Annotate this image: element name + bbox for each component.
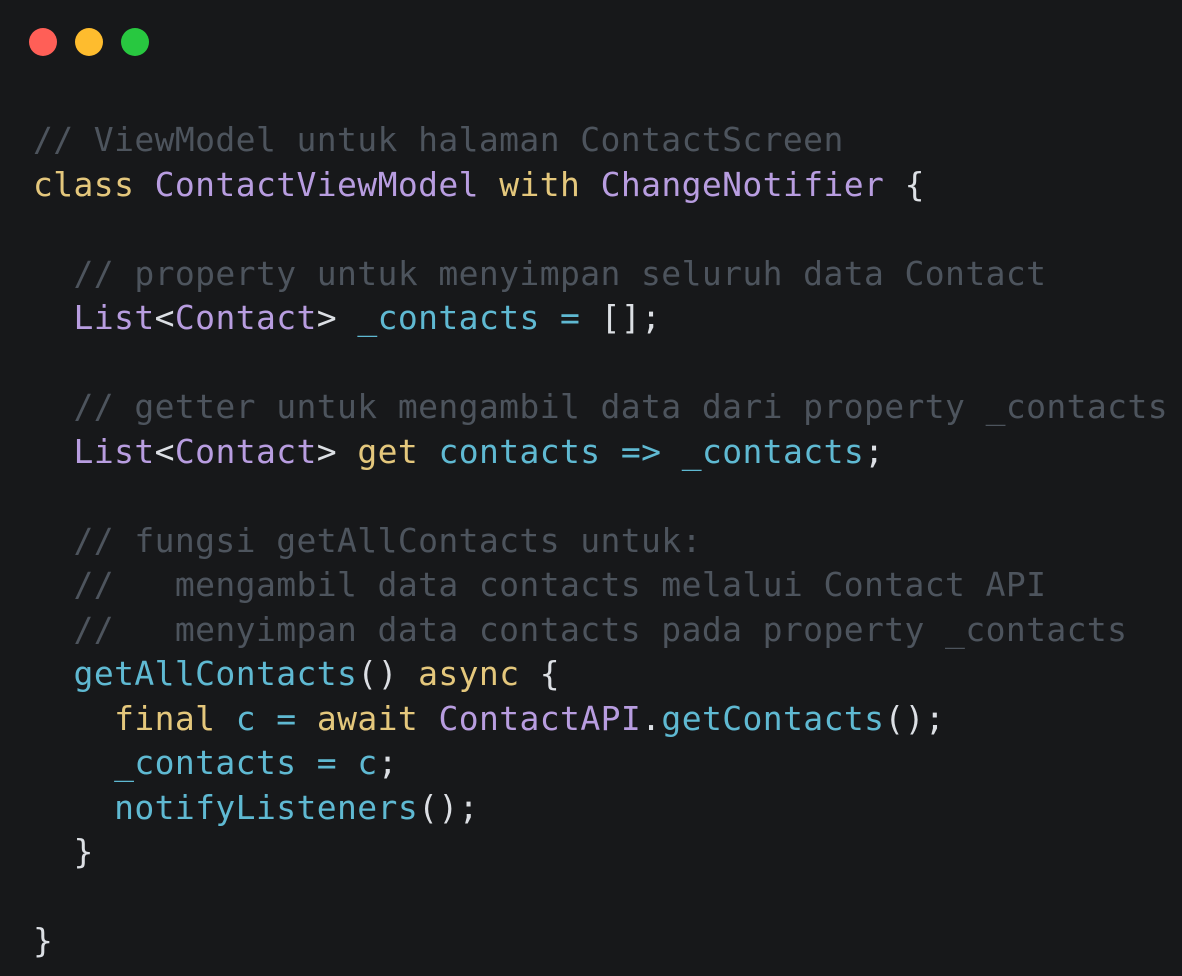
code-window: // ViewModel untuk halaman ContactScreen… <box>0 0 1182 976</box>
code-token-type: ChangeNotifier <box>600 164 885 204</box>
code-line: getAllContacts() async { <box>33 652 1168 697</box>
code-token-comment: // ViewModel untuk halaman ContactScreen <box>33 120 844 159</box>
code-line: List<Contact> _contacts = []; <box>33 296 1168 341</box>
code-block: // ViewModel untuk halaman ContactScreen… <box>33 118 1168 964</box>
code-line: } <box>33 830 1168 875</box>
code-token-type: List <box>73 431 155 471</box>
code-token-comment: // property untuk menyimpan seluruh data… <box>33 253 1047 293</box>
code-token-ident: _contacts <box>681 431 865 471</box>
code-line: // menyimpan data contacts pada property… <box>33 608 1168 653</box>
code-token-punct: > <box>316 431 338 471</box>
code-token-punct: { <box>539 654 561 693</box>
code-token-op: = <box>560 298 581 337</box>
code-token-keyword: await <box>316 698 419 738</box>
code-token-comment: // getter untuk mengambil data dari prop… <box>33 387 1168 426</box>
code-token-op: = <box>276 698 297 738</box>
code-token-type: Contact <box>174 298 317 337</box>
code-token-type: ContactAPI <box>438 698 642 738</box>
code-token-punct: () <box>357 654 398 693</box>
code-token-punct: ; <box>864 431 885 471</box>
code-token-type: List <box>73 298 155 337</box>
code-token-punct: > <box>316 298 338 337</box>
code-token-punct: { <box>904 164 925 204</box>
code-line: } <box>33 919 1168 964</box>
code-token-op: = <box>316 743 338 782</box>
code-token-comment: // mengambil data contacts melalui Conta… <box>33 565 1047 604</box>
code-token-ident: contacts <box>438 431 601 471</box>
code-token-punct: . <box>641 698 662 738</box>
code-token-punct: } <box>73 832 94 871</box>
code-token-keyword: async <box>418 654 520 693</box>
code-token-keyword: with <box>499 164 581 204</box>
minimize-icon[interactable] <box>75 28 103 56</box>
code-token-ident: _contacts <box>357 298 540 337</box>
code-token-keyword: final <box>114 698 216 738</box>
code-line: // ViewModel untuk halaman ContactScreen <box>33 118 1168 163</box>
zoom-icon[interactable] <box>121 28 149 56</box>
code-token-punct: } <box>33 921 54 960</box>
code-line: // getter untuk mengambil data dari prop… <box>33 385 1168 430</box>
code-token-ident: getAllContacts <box>73 654 358 693</box>
code-token-type: ContactViewModel <box>154 164 479 204</box>
code-token-punct: (); <box>884 698 946 738</box>
code-token-op: => <box>620 431 662 471</box>
code-token-punct: (); <box>418 787 479 827</box>
code-token-comment: // fungsi getAllContacts untuk: <box>33 520 702 560</box>
code-line: // fungsi getAllContacts untuk: <box>33 519 1168 564</box>
code-token-ident: getContacts <box>661 698 885 738</box>
code-token-ident: c <box>357 743 378 782</box>
window-controls <box>29 28 149 56</box>
close-icon[interactable] <box>29 28 57 56</box>
code-token-keyword: get <box>357 431 419 471</box>
code-line: notifyListeners(); <box>33 786 1168 831</box>
code-token-ident: notifyListeners <box>114 787 419 827</box>
code-line: List<Contact> get contacts => _contacts; <box>33 430 1168 475</box>
code-token-ident: _contacts <box>114 743 297 782</box>
code-token-punct: ; <box>377 743 398 782</box>
code-token-type: Contact <box>174 431 317 471</box>
code-line: // mengambil data contacts melalui Conta… <box>33 563 1168 608</box>
code-line: _contacts = c; <box>33 741 1168 786</box>
code-line: class ContactViewModel with ChangeNotifi… <box>33 163 1168 208</box>
code-token-keyword: class <box>33 164 135 204</box>
code-token-punct: < <box>154 431 175 471</box>
code-token-punct: []; <box>600 298 662 337</box>
code-token-punct: < <box>154 298 175 337</box>
code-line: // property untuk menyimpan seluruh data… <box>33 252 1168 297</box>
code-token-ident: c <box>235 698 256 738</box>
code-line: final c = await ContactAPI.getContacts()… <box>33 697 1168 742</box>
code-token-comment: // menyimpan data contacts pada property… <box>33 609 1128 649</box>
